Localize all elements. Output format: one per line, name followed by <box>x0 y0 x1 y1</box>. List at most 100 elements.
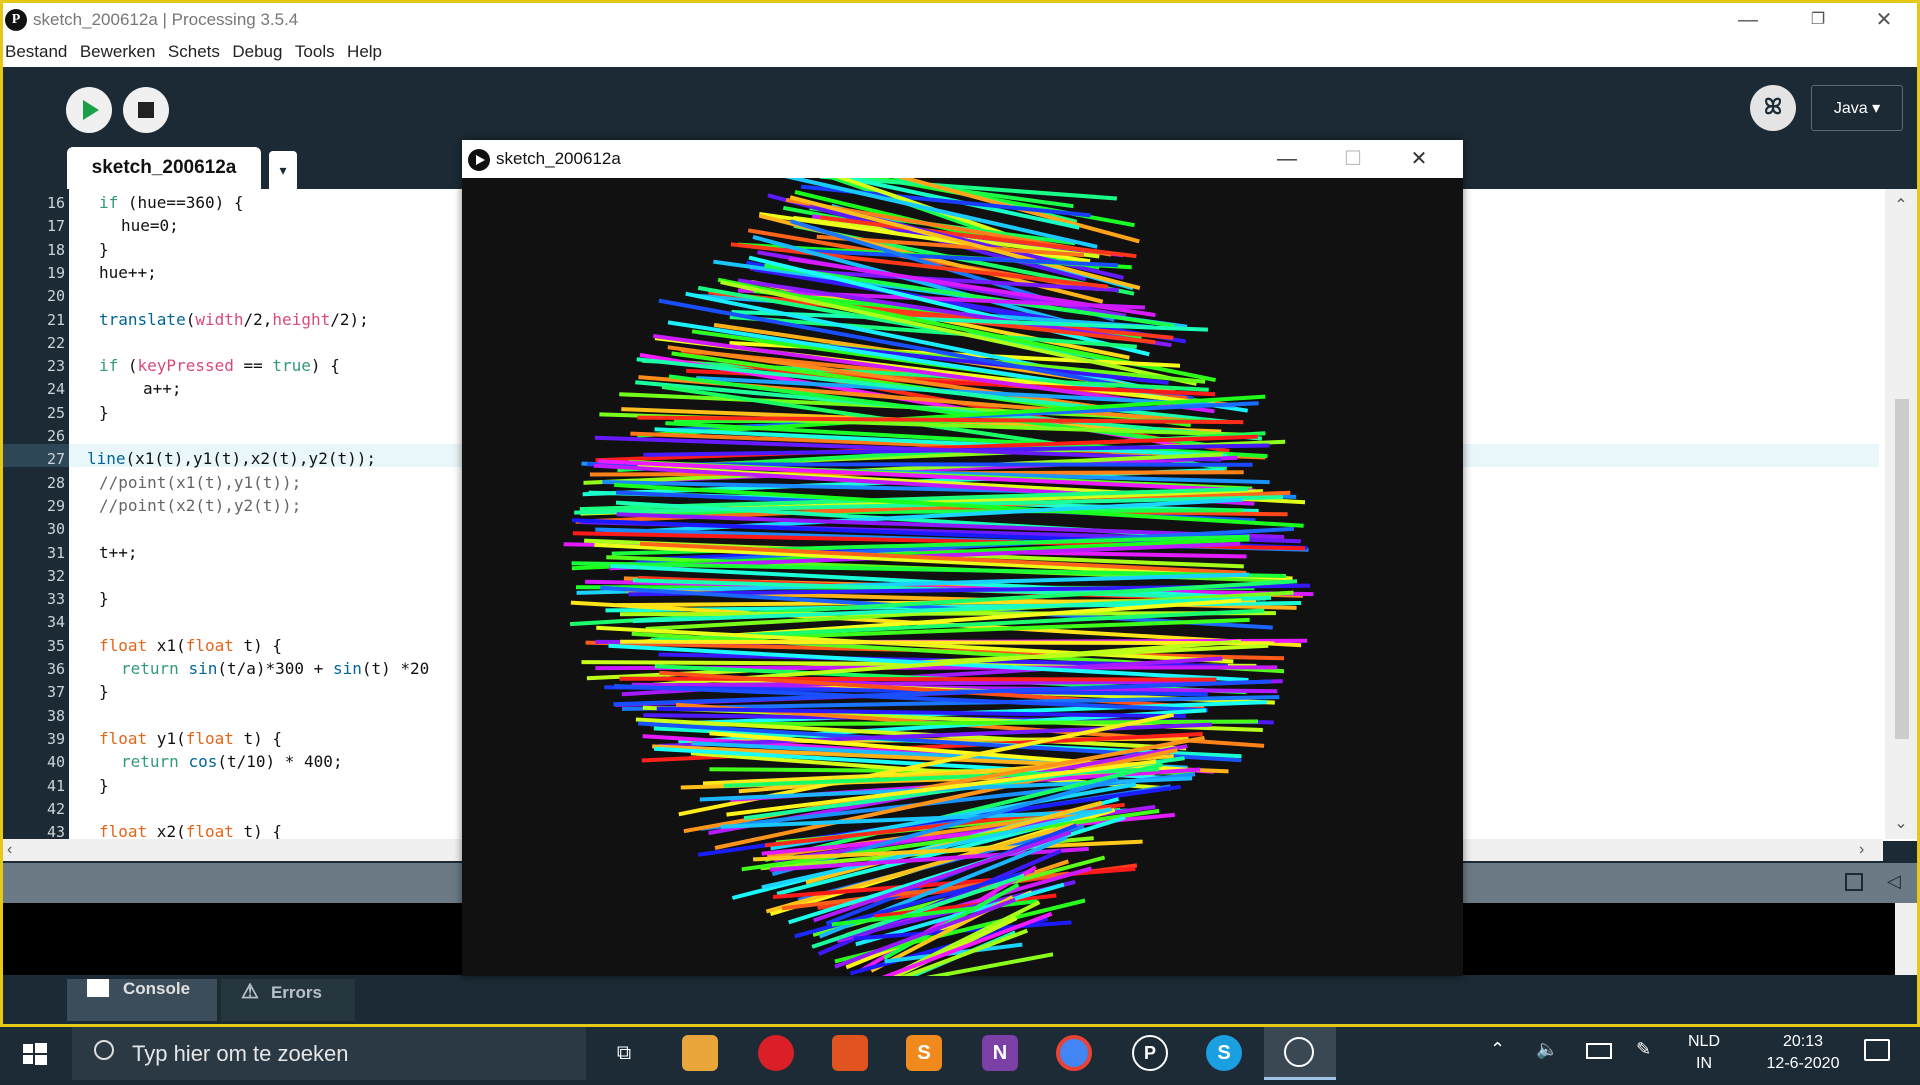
code-line[interactable]: if (keyPressed == true) { <box>99 356 340 375</box>
sketch-minimize-button[interactable]: — <box>1254 140 1320 178</box>
start-button[interactable] <box>0 1027 70 1080</box>
line-number: 30 <box>3 520 65 538</box>
scroll-up-arrow-icon[interactable]: ⌃ <box>1885 195 1917 215</box>
line-number: 24 <box>3 380 65 398</box>
code-line[interactable]: //point(x2(t),y2(t)); <box>99 496 301 515</box>
notification-center-icon[interactable] <box>1864 1039 1890 1061</box>
chrome-icon[interactable] <box>1056 1035 1092 1071</box>
skype-icon[interactable]: S <box>1206 1035 1242 1071</box>
code-line[interactable]: float y1(float t) { <box>99 729 282 748</box>
vertical-scroll-thumb[interactable] <box>1895 399 1909 739</box>
code-line[interactable]: } <box>99 240 109 259</box>
code-line[interactable]: } <box>99 403 109 422</box>
sketch-line <box>620 642 1274 644</box>
line-number: 32 <box>3 567 65 585</box>
line-number: 36 <box>3 660 65 678</box>
restore-button[interactable]: ❐ <box>1783 3 1853 37</box>
code-line[interactable]: return cos(t/10) * 400; <box>121 752 343 771</box>
run-button[interactable] <box>66 87 112 133</box>
show-hidden-icons-icon[interactable]: ⌃ <box>1490 1039 1505 1060</box>
vertical-scrollbar[interactable]: ⌃ ⌄ <box>1885 189 1917 839</box>
code-line[interactable]: t++; <box>99 543 138 562</box>
task-view-icon[interactable]: ⧉ <box>606 1035 642 1071</box>
code-line[interactable]: } <box>99 589 109 608</box>
processing-taskbar-icon[interactable]: P <box>1132 1035 1168 1071</box>
window-title: sketch_200612a | Processing 3.5.4 <box>33 10 298 30</box>
pen-workspace-icon[interactable]: ✎ <box>1636 1039 1651 1060</box>
line-number: 16 <box>3 194 65 212</box>
tab-sketch[interactable]: sketch_200612a <box>67 147 261 189</box>
line-number: 27 <box>3 450 65 468</box>
code-line[interactable]: } <box>99 682 109 701</box>
menu-debug[interactable]: Debug <box>232 37 282 67</box>
menu-tools[interactable]: Tools <box>295 37 335 67</box>
minimize-button[interactable]: — <box>1713 3 1783 37</box>
tab-errors[interactable]: ⚠Errors <box>221 979 355 1021</box>
line-number: 41 <box>3 777 65 795</box>
code-line[interactable]: hue=0; <box>121 216 179 235</box>
onenote-icon[interactable]: N <box>982 1035 1018 1071</box>
code-line[interactable]: } <box>99 776 109 795</box>
menu-bestand[interactable]: Bestand <box>5 37 67 67</box>
language-sub: IN <box>1688 1053 1720 1075</box>
volume-icon[interactable]: 🔈 <box>1536 1039 1558 1060</box>
windows-taskbar: Typ hier om te zoeken ⧉ S N P S ⌃ 🔈 ✎ NL… <box>0 1024 1920 1080</box>
sketch-run-icon <box>468 149 490 171</box>
processing-logo-icon: P <box>5 9 27 31</box>
clock-date: 12-6-2020 <box>1748 1053 1858 1075</box>
tab-errors-label: Errors <box>271 983 322 1002</box>
line-number: 29 <box>3 497 65 515</box>
code-line[interactable]: float x1(float t) { <box>99 636 282 655</box>
sublime-text-icon[interactable]: S <box>906 1035 942 1071</box>
paint-app-icon[interactable] <box>832 1035 868 1071</box>
line-number: 25 <box>3 404 65 422</box>
code-line[interactable]: return sin(t/a)*300 + sin(t) *20 <box>121 659 429 678</box>
code-line[interactable]: hue++; <box>99 263 157 282</box>
language-code: NLD <box>1688 1031 1720 1053</box>
line-number: 42 <box>3 800 65 818</box>
sketch-maximize-button[interactable]: ☐ <box>1320 140 1386 178</box>
sketch-window-title: sketch_200612a <box>496 149 621 169</box>
sketch-canvas <box>462 178 1463 976</box>
sketch-taskbar-button[interactable] <box>1264 1027 1336 1080</box>
menu-schets[interactable]: Schets <box>168 37 220 67</box>
console-scrollbar[interactable] <box>1895 903 1917 975</box>
line-number: 28 <box>3 474 65 492</box>
line-number: 39 <box>3 730 65 748</box>
taskbar-clock[interactable]: 20:1312-6-2020 <box>1748 1031 1858 1075</box>
clock-time: 20:13 <box>1748 1031 1858 1053</box>
line-number: 23 <box>3 357 65 375</box>
creative-cloud-icon[interactable] <box>758 1035 794 1071</box>
sketch-close-button[interactable]: ✕ <box>1386 140 1452 178</box>
battery-icon[interactable] <box>1586 1043 1612 1059</box>
line-number: 18 <box>3 241 65 259</box>
line-number: 26 <box>3 427 65 445</box>
copy-console-icon[interactable] <box>1845 873 1863 891</box>
scroll-down-arrow-icon[interactable]: ⌄ <box>1885 813 1917 833</box>
tab-console[interactable]: Console <box>67 979 217 1021</box>
input-language[interactable]: NLDIN <box>1688 1031 1720 1075</box>
code-line[interactable]: a++; <box>143 379 182 398</box>
file-explorer-icon[interactable] <box>682 1035 718 1071</box>
tab-menu-arrow-icon[interactable]: ▾ <box>269 151 297 189</box>
stop-button[interactable] <box>123 87 169 133</box>
menu-bewerken[interactable]: Bewerken <box>80 37 156 67</box>
line-number: 43 <box>3 823 65 841</box>
debugger-toggle-icon[interactable]: ꕤ <box>1750 85 1796 131</box>
menu-help[interactable]: Help <box>347 37 382 67</box>
tab-console-label: Console <box>123 979 190 998</box>
code-line[interactable]: if (hue==360) { <box>99 193 244 212</box>
line-number: 31 <box>3 544 65 562</box>
close-button[interactable]: ✕ <box>1849 3 1919 37</box>
sketch-output-window[interactable]: sketch_200612a — ☐ ✕ <box>462 140 1463 976</box>
code-line[interactable]: line(x1(t),y1(t),x2(t),y2(t)); <box>87 449 376 468</box>
scroll-right-arrow-icon[interactable]: › <box>1859 839 1864 861</box>
taskbar-search-box[interactable]: Typ hier om te zoeken <box>72 1027 586 1080</box>
code-line[interactable]: translate(width/2,height/2); <box>99 310 369 329</box>
mode-selector[interactable]: Java ▾ <box>1811 85 1903 131</box>
collapse-console-icon[interactable]: ◁ <box>1887 871 1901 892</box>
menu-bar: Bestand Bewerken Schets Debug Tools Help <box>3 37 1917 68</box>
search-placeholder: Typ hier om te zoeken <box>132 1041 348 1067</box>
code-line[interactable]: //point(x1(t),y1(t)); <box>99 473 301 492</box>
scroll-left-arrow-icon[interactable]: ‹ <box>7 839 12 861</box>
